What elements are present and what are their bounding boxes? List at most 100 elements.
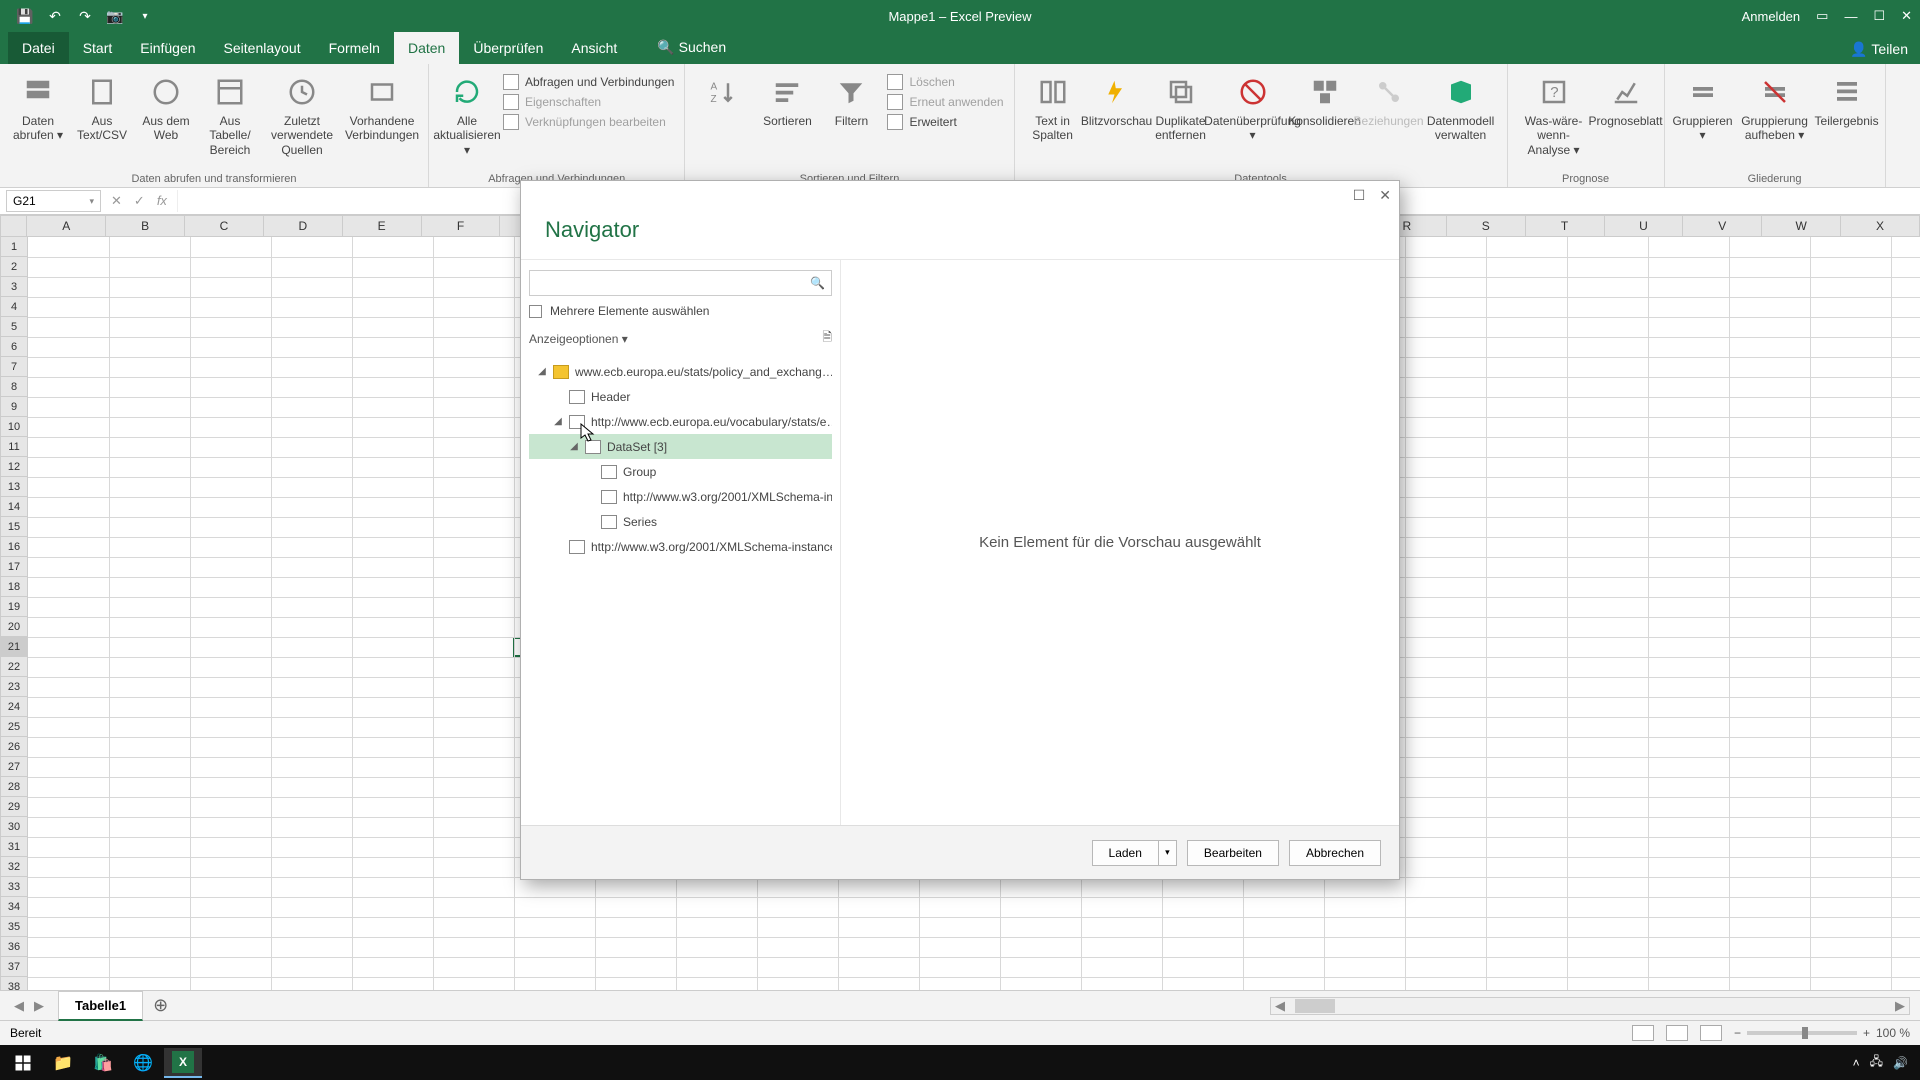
row-header[interactable]: 17 xyxy=(0,557,28,577)
save-icon[interactable]: 💾 xyxy=(16,7,34,25)
row-header[interactable]: 14 xyxy=(0,497,28,517)
aus-tabelle-button[interactable]: Aus Tabelle/ Bereich xyxy=(202,70,258,157)
daten-abrufen-button[interactable]: Daten abrufen ▾ xyxy=(10,70,66,143)
laden-button[interactable]: Laden▾ xyxy=(1092,840,1177,866)
row-header[interactable]: 24 xyxy=(0,697,28,717)
row-header[interactable]: 8 xyxy=(0,377,28,397)
display-options-button[interactable]: Anzeigeoptionen ▾ xyxy=(529,332,628,346)
row-header[interactable]: 28 xyxy=(0,777,28,797)
multi-select-checkbox[interactable] xyxy=(529,305,542,318)
row-header[interactable]: 4 xyxy=(0,297,28,317)
row-header[interactable]: 15 xyxy=(0,517,28,537)
row-header[interactable]: 3 xyxy=(0,277,28,297)
enter-formula-icon[interactable]: ✓ xyxy=(134,193,145,209)
sortieren-button[interactable]: Sortieren xyxy=(759,70,815,128)
taskbar-edge[interactable]: 🌐 xyxy=(124,1048,162,1078)
row-header[interactable]: 13 xyxy=(0,477,28,497)
tray-volume-icon[interactable]: 🔊 xyxy=(1893,1056,1908,1070)
taskbar-explorer[interactable]: 📁 xyxy=(44,1048,82,1078)
erweitert-button[interactable]: Erweitert xyxy=(887,114,956,130)
prognoseblatt-button[interactable]: Prognoseblatt xyxy=(1598,70,1654,128)
tray-chevron-icon[interactable]: ˄ xyxy=(1853,1056,1860,1070)
zoom-in-icon[interactable]: + xyxy=(1863,1026,1870,1040)
row-header[interactable]: 6 xyxy=(0,337,28,357)
row-header[interactable]: 33 xyxy=(0,877,28,897)
row-header[interactable]: 29 xyxy=(0,797,28,817)
taskbar-excel[interactable]: X xyxy=(164,1048,202,1078)
row-header[interactable]: 10 xyxy=(0,417,28,437)
signin-link[interactable]: Anmelden xyxy=(1742,9,1801,24)
row-header[interactable]: 21 xyxy=(0,637,28,657)
navigator-search-input[interactable] xyxy=(536,276,810,290)
fx-icon[interactable]: fx xyxy=(157,193,167,209)
search-icon[interactable]: 🔍 xyxy=(810,276,825,290)
beziehungen-button[interactable]: Beziehungen xyxy=(1361,70,1417,128)
column-header[interactable]: U xyxy=(1605,215,1684,237)
blitzvorschau-button[interactable]: Blitzvorschau xyxy=(1089,70,1145,128)
abfragen-verbindungen-button[interactable]: Abfragen und Verbindungen xyxy=(503,74,674,90)
zoom-percent[interactable]: 100 % xyxy=(1876,1026,1910,1040)
sheet-nav-prev-icon[interactable]: ◀ xyxy=(14,998,24,1014)
add-sheet-button[interactable]: ⊕ xyxy=(143,995,178,1016)
cancel-formula-icon[interactable]: ✕ xyxy=(111,193,122,209)
alle-aktualisieren-button[interactable]: Alle aktualisieren ▾ xyxy=(439,70,495,157)
refresh-icon[interactable]: 🗎 xyxy=(822,328,832,349)
row-header[interactable]: 22 xyxy=(0,657,28,677)
tab-start[interactable]: Start xyxy=(69,32,127,64)
column-header[interactable]: D xyxy=(264,215,343,237)
column-header[interactable]: E xyxy=(343,215,422,237)
tree-vocab[interactable]: ◢http://www.ecb.europa.eu/vocabulary/sta… xyxy=(529,409,832,434)
teilergebnis-button[interactable]: Teilergebnis xyxy=(1819,70,1875,128)
sheet-nav-next-icon[interactable]: ▶ xyxy=(34,998,44,1014)
minimize-icon[interactable]: — xyxy=(1844,9,1857,24)
row-header[interactable]: 31 xyxy=(0,837,28,857)
tree-dataset[interactable]: ◢DataSet [3] xyxy=(529,434,832,459)
maximize-icon[interactable]: ☐ xyxy=(1873,8,1885,24)
dialog-close-icon[interactable]: ✕ xyxy=(1379,187,1391,204)
row-header[interactable]: 27 xyxy=(0,757,28,777)
column-header[interactable]: B xyxy=(106,215,185,237)
datenmodell-button[interactable]: Datenmodell verwalten xyxy=(1425,70,1497,143)
column-header[interactable]: W xyxy=(1762,215,1841,237)
tree-series[interactable]: Series xyxy=(529,509,832,534)
tab-uberprufen[interactable]: Überprüfen xyxy=(459,32,557,64)
row-header[interactable]: 2 xyxy=(0,257,28,277)
qat-dropdown-icon[interactable]: ▾ xyxy=(136,7,154,25)
konsolidieren-button[interactable]: Konsolidieren xyxy=(1297,70,1353,128)
vorhandene-verbindungen-button[interactable]: Vorhandene Verbindungen xyxy=(346,70,418,143)
was-ware-wenn-button[interactable]: ?Was-wäre-wenn-Analyse ▾ xyxy=(1518,70,1590,157)
row-header[interactable]: 36 xyxy=(0,937,28,957)
zuletzt-quellen-button[interactable]: Zuletzt verwendete Quellen xyxy=(266,70,338,157)
tab-daten[interactable]: Daten xyxy=(394,32,459,64)
row-header[interactable]: 37 xyxy=(0,957,28,977)
column-header[interactable]: V xyxy=(1683,215,1762,237)
row-header[interactable]: 34 xyxy=(0,897,28,917)
tree-header[interactable]: Header xyxy=(529,384,832,409)
column-header[interactable]: A xyxy=(27,215,106,237)
start-button[interactable] xyxy=(4,1048,42,1078)
datenuberprufung-button[interactable]: Datenüberprüfung ▾ xyxy=(1217,70,1289,143)
horizontal-scrollbar[interactable]: ◀▶ xyxy=(1270,997,1910,1015)
column-header[interactable]: C xyxy=(185,215,264,237)
column-header[interactable]: F xyxy=(422,215,501,237)
row-header[interactable]: 5 xyxy=(0,317,28,337)
row-header[interactable]: 18 xyxy=(0,577,28,597)
row-header[interactable]: 30 xyxy=(0,817,28,837)
text-in-spalten-button[interactable]: Text in Spalten xyxy=(1025,70,1081,143)
tab-seitenlayout[interactable]: Seitenlayout xyxy=(210,32,315,64)
column-header[interactable]: T xyxy=(1526,215,1605,237)
taskbar-store[interactable]: 🛍️ xyxy=(84,1048,122,1078)
column-header[interactable]: X xyxy=(1841,215,1920,237)
touch-icon[interactable]: 📷 xyxy=(106,7,124,25)
row-header[interactable]: 11 xyxy=(0,437,28,457)
navigator-search[interactable]: 🔍 xyxy=(529,270,832,296)
filtern-button[interactable]: Filtern xyxy=(823,70,879,128)
zoom-slider[interactable] xyxy=(1747,1031,1857,1035)
tree-xmlschema-instance[interactable]: http://www.w3.org/2001/XMLSchema-instanc… xyxy=(529,534,832,559)
row-header[interactable]: 35 xyxy=(0,917,28,937)
row-header[interactable]: 19 xyxy=(0,597,28,617)
undo-icon[interactable]: ↶ xyxy=(46,7,64,25)
row-header[interactable]: 16 xyxy=(0,537,28,557)
tree-root[interactable]: ◢www.ecb.europa.eu/stats/policy_and_exch… xyxy=(529,359,832,384)
normal-view-button[interactable] xyxy=(1632,1025,1654,1041)
